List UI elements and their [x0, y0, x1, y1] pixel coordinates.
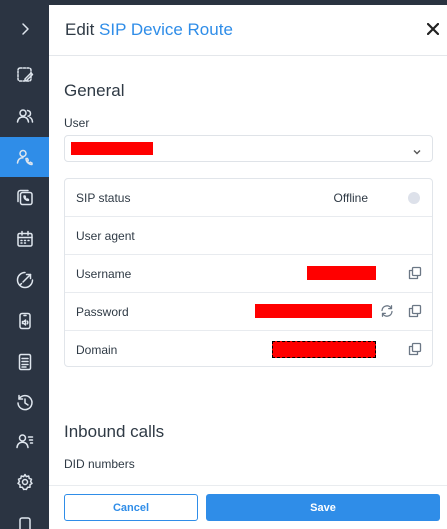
copy-icon [408, 342, 422, 356]
username-row: Username [65, 255, 432, 293]
user-agent-label: User agent [76, 229, 135, 243]
sidebar-item-contacts[interactable] [0, 421, 49, 461]
redacted-password [255, 304, 372, 318]
sip-status-value: Offline [333, 191, 368, 205]
user-agent-row: User agent [65, 217, 432, 255]
close-button[interactable] [425, 21, 441, 37]
chevron-down-icon [412, 144, 422, 155]
device-audio-icon [18, 312, 31, 330]
save-button[interactable]: Save [206, 494, 440, 521]
page-title-prefix: Edit [65, 20, 100, 39]
sidebar-item-calendar[interactable] [0, 219, 49, 259]
panel-header: Edit SIP Device Route [49, 5, 447, 56]
sidebar-item-launch[interactable] [0, 260, 49, 300]
user-select[interactable] [64, 135, 433, 162]
refresh-icon [381, 305, 393, 317]
sidebar-item-more[interactable] [0, 505, 49, 529]
sidebar-item-edit[interactable] [0, 55, 49, 95]
sidebar [0, 0, 49, 529]
sip-status-label: SIP status [76, 191, 131, 205]
page-title: Edit SIP Device Route [65, 20, 233, 40]
copy-username-button[interactable] [408, 266, 422, 280]
redacted-username [307, 266, 376, 280]
regenerate-password-button[interactable] [380, 304, 394, 318]
copy-icon [408, 266, 422, 280]
password-label: Password [76, 305, 129, 319]
domain-label: Domain [76, 343, 118, 357]
user-phone-icon [16, 149, 33, 166]
did-numbers-label: DID numbers [64, 457, 135, 471]
panel-footer: Cancel Save [49, 485, 447, 529]
user-list-icon [15, 434, 33, 449]
copy-password-button[interactable] [408, 304, 422, 318]
sidebar-item-documents[interactable] [0, 342, 49, 382]
copy-domain-button[interactable] [408, 342, 422, 356]
sidebar-item-calls[interactable] [0, 178, 49, 218]
sidebar-item-users[interactable] [0, 96, 49, 136]
users-icon [16, 109, 33, 123]
page-title-accent: SIP Device Route [99, 20, 233, 39]
calendar-icon [16, 230, 33, 247]
copy-icon [408, 304, 422, 318]
sip-info-card: SIP status Offline User agent Username P… [64, 178, 433, 367]
sidebar-item-sip-routes[interactable] [0, 137, 49, 177]
cancel-button[interactable]: Cancel [64, 494, 198, 521]
document-icon [18, 353, 31, 371]
status-indicator [408, 192, 420, 204]
sidebar-item-devices[interactable] [0, 301, 49, 341]
sip-status-row: SIP status Offline [65, 179, 432, 217]
domain-row: Domain [65, 331, 432, 367]
user-label: User [64, 116, 90, 130]
password-row: Password [65, 293, 432, 331]
more-icon [18, 517, 31, 529]
general-heading: General [64, 81, 125, 100]
history-icon [16, 394, 33, 411]
gear-icon [16, 473, 33, 491]
close-icon [427, 23, 439, 35]
rocket-icon [16, 271, 33, 289]
sidebar-toggle[interactable] [0, 9, 49, 49]
edit-board-icon [16, 67, 33, 82]
redacted-user-value [71, 142, 153, 155]
sidebar-item-history[interactable] [0, 383, 49, 423]
chevron-right-icon [21, 23, 29, 35]
redacted-domain [272, 341, 376, 358]
edit-panel: Edit SIP Device Route General User SIP s… [49, 5, 447, 529]
sidebar-item-settings[interactable] [0, 462, 49, 502]
inbound-calls-heading: Inbound calls [64, 422, 165, 441]
username-label: Username [76, 267, 132, 281]
phone-copy-icon [16, 189, 33, 206]
